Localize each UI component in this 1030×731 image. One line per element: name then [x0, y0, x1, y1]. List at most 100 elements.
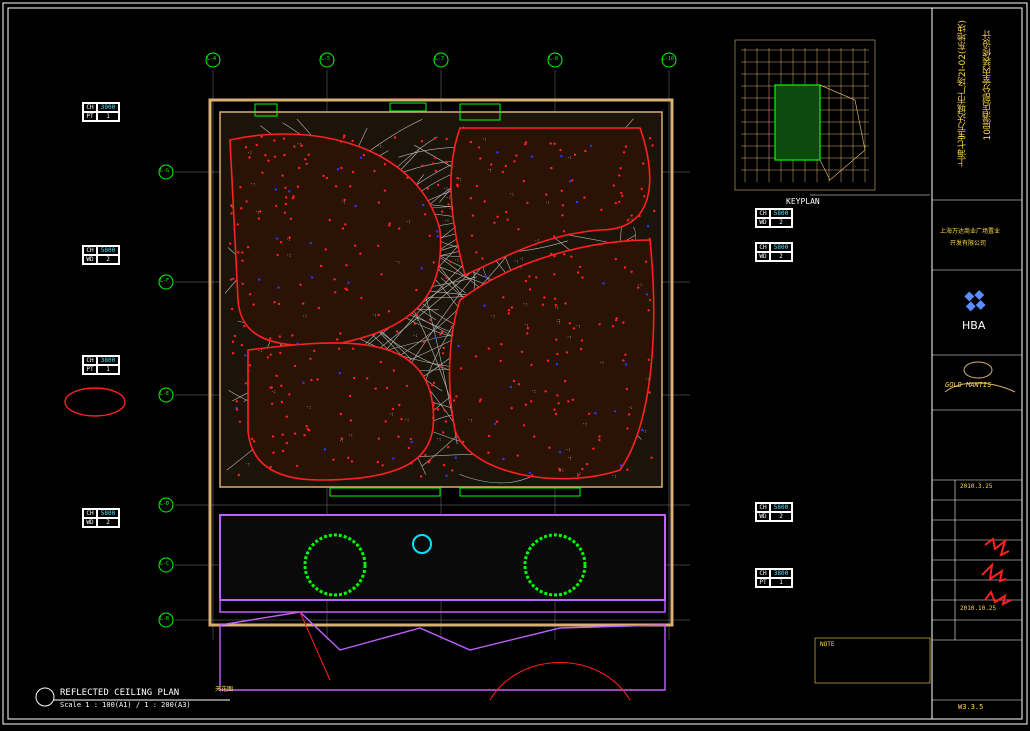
downlight	[285, 441, 288, 445]
downlight	[456, 185, 459, 188]
downlight	[522, 179, 525, 183]
downlight	[602, 282, 605, 285]
fixture-mark: ·:	[523, 302, 528, 307]
keyplan	[734, 39, 876, 191]
downlight	[564, 302, 567, 305]
downlight	[288, 393, 291, 396]
downlight	[303, 434, 306, 437]
downlight	[622, 359, 625, 362]
downlight	[353, 244, 357, 247]
downlight	[623, 266, 627, 269]
downlight	[571, 398, 575, 401]
downlight	[441, 330, 444, 334]
downlight	[344, 287, 347, 290]
downlight	[580, 339, 584, 342]
downlight	[648, 137, 652, 140]
downlight	[387, 310, 391, 313]
downlight	[553, 235, 556, 238]
downlight	[583, 196, 586, 199]
downlight	[231, 352, 235, 355]
downlight	[624, 145, 628, 148]
downlight	[283, 211, 287, 214]
downlight	[558, 451, 562, 454]
downlight	[322, 174, 325, 178]
downlight	[433, 137, 437, 140]
downlight	[339, 332, 342, 335]
lobby-band	[219, 514, 666, 601]
downlight	[575, 200, 579, 204]
downlight	[381, 464, 384, 467]
downlight	[266, 356, 269, 359]
downlight	[273, 155, 277, 158]
downlight	[618, 200, 621, 203]
downlight	[619, 167, 622, 170]
downlight	[281, 174, 284, 177]
downlight	[345, 264, 348, 267]
downlight	[293, 364, 297, 368]
downlight	[422, 203, 425, 207]
downlight	[543, 296, 546, 299]
downlight	[483, 304, 486, 307]
drawing-title-cn: 天花图	[215, 686, 234, 693]
downlight	[638, 214, 641, 218]
fixture-mark: ·:	[556, 320, 561, 325]
fixture-mark: ·:	[341, 200, 346, 205]
downlight	[455, 395, 458, 398]
fixture-mark: ·:	[531, 389, 536, 394]
downlight	[475, 251, 478, 254]
downlight	[398, 403, 401, 407]
fixture-mark: ·:	[629, 217, 634, 222]
downlight	[581, 467, 584, 471]
downlight	[436, 235, 439, 238]
downlight	[245, 200, 248, 203]
fixture-mark: ·:	[482, 136, 487, 141]
downlight	[250, 437, 254, 441]
fixture-mark: ·:	[638, 282, 643, 287]
downlight	[338, 372, 341, 375]
downlight	[351, 170, 355, 174]
downlight	[246, 246, 250, 249]
fixture-mark: ·:	[645, 377, 650, 382]
keyplan-label: KEYPLAN	[786, 197, 820, 206]
ceiling-tag: CH 3800 PT 1	[755, 568, 793, 588]
sheet-number: W3.3.5	[958, 703, 984, 711]
downlight	[494, 422, 497, 426]
downlight	[288, 190, 291, 193]
downlight	[528, 275, 531, 278]
downlight	[568, 322, 571, 325]
downlight	[546, 359, 550, 362]
downlight	[311, 276, 314, 279]
downlight	[622, 321, 625, 324]
downlight	[640, 187, 643, 191]
downlight	[488, 434, 491, 438]
downlight	[271, 435, 275, 438]
title-block-date: 2010.3.25	[960, 483, 993, 490]
downlight	[646, 225, 650, 228]
downlight	[313, 349, 316, 353]
downlight	[377, 201, 380, 204]
fixture-mark: ·:	[271, 389, 276, 394]
downlight	[296, 185, 300, 188]
downlight	[275, 204, 278, 208]
drawing-title: REFLECTED CEILING PLAN	[60, 688, 180, 698]
downlight	[624, 363, 628, 366]
downlight	[496, 151, 499, 154]
downlight	[352, 347, 355, 350]
downlight	[244, 382, 248, 385]
downlight	[351, 139, 354, 143]
downlight	[309, 357, 312, 360]
fixture-mark: ·:	[446, 195, 451, 200]
downlight	[535, 276, 538, 279]
ceiling-tag: CH 5800 WD 2	[755, 502, 793, 522]
downlight	[490, 163, 493, 166]
downlight	[230, 204, 233, 207]
downlight	[611, 325, 615, 328]
downlight	[277, 302, 281, 306]
downlight	[621, 194, 624, 197]
fixture-mark: ·:	[449, 206, 454, 211]
downlight	[524, 143, 527, 146]
downlight	[272, 451, 275, 454]
downlight	[627, 413, 631, 416]
fixture-mark: ·:	[245, 462, 250, 467]
ceiling-plan-svg: ·: ·: ·: ·: ·: ·: ·: ·: ·: ·: ·: ·: ·: ·: ·: ·: ·: ·: ·: ·:…	[2, 2, 1028, 725]
